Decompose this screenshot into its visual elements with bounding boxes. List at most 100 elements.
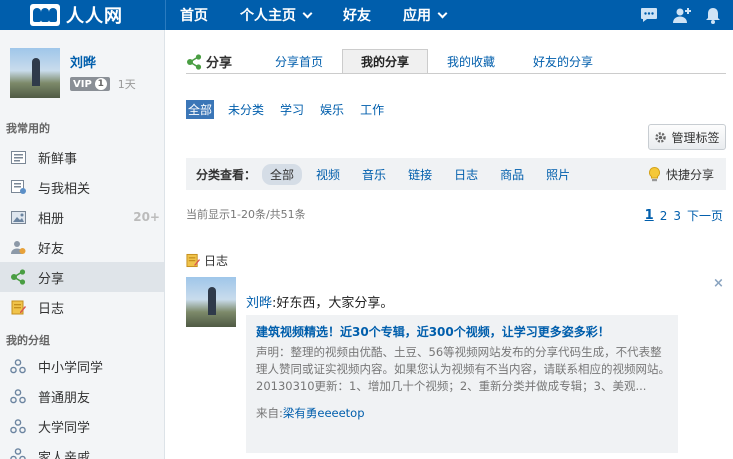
album-icon [10, 209, 26, 225]
left-sidebar: 刘晔 VIP 1 1天 我常用的 新鲜事 与我相关 相册 20+ 好友 分享 日志… [0, 30, 165, 459]
group-icon [10, 418, 26, 434]
sidebar-item-related[interactable]: 与我相关 [0, 172, 164, 202]
nav-home[interactable]: 首页 [180, 5, 208, 25]
sidebar-item-label: 普通朋友 [38, 390, 91, 406]
sidebar-item-label: 家人亲戚 [38, 451, 91, 459]
source-link[interactable]: 梁有勇eeeetop [283, 406, 365, 420]
manage-tags-label: 管理标签 [671, 130, 720, 145]
filter-all[interactable]: 全部 [262, 163, 303, 185]
filter-photo[interactable]: 照片 [546, 166, 570, 183]
vip-label: VIP [73, 78, 92, 90]
vip-badge[interactable]: VIP 1 [70, 77, 110, 91]
category-work[interactable]: 工作 [358, 100, 386, 119]
share-tabs: 分享首页 我的分享 我的收藏 好友的分享 [256, 49, 612, 73]
tab-friends-shares[interactable]: 好友的分享 [514, 49, 612, 73]
sidebar-item-label: 日志 [38, 301, 65, 317]
source-prefix: 来自: [256, 406, 283, 420]
next-page-link[interactable]: 下一页 [687, 207, 723, 224]
nav-profile-label: 个人主页 [240, 8, 296, 24]
filter-music[interactable]: 音乐 [362, 166, 386, 183]
sidebar-item-album[interactable]: 相册 20+ [0, 202, 164, 232]
sidebar-item-group-friends[interactable]: 普通朋友 [0, 381, 164, 411]
page-title: 分享 [186, 52, 232, 71]
shared-item-title[interactable]: 建筑视频精选！近30个专辑，近300个视频，让学习更多姿多彩！ [256, 323, 668, 340]
sidebar-item-label: 分享 [38, 271, 65, 287]
top-navbar: 人人网 首页 个人主页 好友 应用 [0, 0, 733, 30]
vip-row: VIP 1 1天 [70, 76, 136, 92]
sidebar-item-friends[interactable]: 好友 [0, 232, 164, 262]
blog-icon [186, 253, 200, 268]
avatar[interactable] [186, 277, 236, 327]
top-icons [627, 0, 723, 30]
quick-share-button[interactable]: 快捷分享 [649, 158, 714, 190]
sidebar-item-news-feed[interactable]: 新鲜事 [0, 142, 164, 172]
shared-item-description: 声明：整理的视频由优酷、土豆、56等视频网站发布的分享代码生成，不代表整理人赞同… [256, 345, 670, 393]
tag-categories: 全部 未分类 学习 娱乐 工作 [186, 100, 398, 119]
logo-text: 人人网 [66, 6, 123, 27]
filter-video[interactable]: 视频 [316, 166, 340, 183]
group-icon [10, 447, 26, 459]
renren-logo[interactable]: 人人网 [30, 0, 123, 30]
nav-home-label: 首页 [180, 8, 208, 24]
tab-share-home[interactable]: 分享首页 [256, 49, 342, 73]
feed-comment: 刘晔:好东西，大家分享。 [246, 292, 393, 311]
page-title-text: 分享 [206, 56, 233, 71]
filter-blog[interactable]: 日志 [454, 166, 478, 183]
sidebar-item-label: 与我相关 [38, 181, 91, 197]
nav-apps[interactable]: 应用 [403, 5, 448, 25]
friends-icon [10, 239, 26, 255]
page-3[interactable]: 3 [673, 209, 681, 223]
shared-item-source: 来自:梁有勇eeeetop [256, 405, 668, 421]
nav-friends-label: 好友 [343, 8, 371, 24]
shared-item-card: 建筑视频精选！近30个专辑，近300个视频，让学习更多姿多彩！ 声明：整理的视频… [246, 315, 678, 453]
gear-icon [654, 131, 667, 144]
category-study[interactable]: 学习 [278, 100, 306, 119]
lightbulb-icon [649, 166, 660, 182]
group-icon [10, 388, 26, 404]
sidebar-item-label: 中小学同学 [38, 360, 104, 376]
category-entertainment[interactable]: 娱乐 [318, 100, 346, 119]
share-icon [10, 269, 26, 285]
album-count-badge: 20+ [133, 210, 160, 224]
page-1[interactable]: 1 [645, 208, 654, 223]
avatar[interactable] [10, 48, 60, 98]
nav-profile[interactable]: 个人主页 [240, 5, 313, 25]
section-groups-heading: 我的分组 [6, 334, 50, 347]
related-icon [10, 179, 26, 195]
sidebar-item-share[interactable]: 分享 [0, 262, 164, 292]
page-2[interactable]: 2 [660, 209, 668, 223]
filter-link[interactable]: 链接 [408, 166, 432, 183]
sidebar-item-group-school[interactable]: 中小学同学 [0, 351, 164, 381]
main-nav: 首页 个人主页 好友 应用 [180, 0, 478, 30]
result-count: 当前显示1-20条/共51条 [186, 208, 306, 221]
manage-tags-button[interactable]: 管理标签 [648, 124, 726, 150]
sidebar-item-label: 大学同学 [38, 420, 91, 436]
renren-logo-icon [30, 4, 60, 26]
category-uncategorized[interactable]: 未分类 [226, 100, 266, 119]
sidebar-item-label: 相册 [38, 211, 65, 227]
sidebar-item-group-college[interactable]: 大学同学 [0, 411, 164, 441]
feed-author-link[interactable]: 刘晔 [246, 296, 272, 311]
bell-icon[interactable] [703, 5, 723, 25]
filter-goods[interactable]: 商品 [500, 166, 524, 183]
close-icon[interactable]: × [713, 276, 724, 291]
chevron-down-icon [302, 8, 313, 18]
profile-name[interactable]: 刘晔 [70, 52, 96, 71]
add-friend-icon[interactable] [671, 5, 691, 25]
vip-days: 1天 [117, 78, 136, 91]
sidebar-item-group-family[interactable]: 家人亲戚 [0, 441, 164, 459]
category-all[interactable]: 全部 [186, 100, 215, 119]
chat-icon[interactable] [639, 5, 659, 25]
feed-comment-text: :好东西，大家分享。 [272, 296, 394, 311]
sidebar-item-label: 新鲜事 [38, 151, 78, 167]
tab-my-favorites[interactable]: 我的收藏 [428, 49, 514, 73]
vip-level: 1 [94, 78, 107, 90]
chevron-down-icon [437, 8, 448, 18]
nav-friends[interactable]: 好友 [343, 5, 371, 25]
main-content: 分享 分享首页 我的分享 我的收藏 好友的分享 全部 未分类 学习 娱乐 工作 … [166, 30, 733, 459]
share-icon [186, 53, 202, 70]
pagination: 1 2 3 下一页 [639, 207, 723, 224]
tab-my-shares[interactable]: 我的分享 [342, 49, 429, 73]
sidebar-item-blog[interactable]: 日志 [0, 292, 164, 322]
section-common-heading: 我常用的 [6, 122, 50, 135]
